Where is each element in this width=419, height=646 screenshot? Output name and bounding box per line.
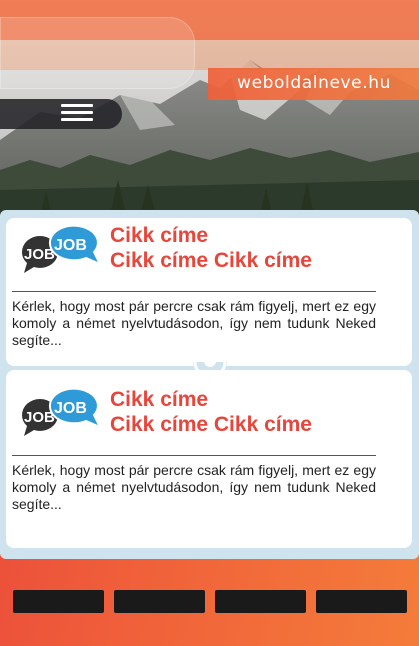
divider <box>12 291 376 292</box>
article-title-line1[interactable]: Cikk címe <box>110 387 208 412</box>
hamburger-menu-icon[interactable] <box>61 104 93 124</box>
footer-button-2[interactable] <box>114 590 205 613</box>
footer-button-4[interactable] <box>316 590 407 613</box>
article-excerpt: Kérlek, hogy most pár percre csak rám fi… <box>12 298 376 348</box>
article-title-line2[interactable]: Cikk címe Cikk címe <box>110 412 312 437</box>
footer-button-3[interactable] <box>215 590 306 613</box>
article-title-line2[interactable]: Cikk címe Cikk címe <box>110 248 312 273</box>
job-chat-icon: JOB JOB <box>21 389 102 436</box>
article-excerpt: Kérlek, hogy most pár percre csak rám fi… <box>12 462 376 512</box>
hero-header: weboldalneve.hu <box>0 0 419 215</box>
job-label-front: JOB <box>54 237 87 254</box>
footer-button-1[interactable] <box>13 590 104 613</box>
job-chat-icon: JOB JOB <box>21 226 102 273</box>
divider <box>12 455 376 456</box>
site-domain[interactable]: weboldalneve.hu <box>237 73 391 93</box>
job-label-front: JOB <box>54 400 87 417</box>
logo-placeholder[interactable] <box>0 17 195 89</box>
article-title-line1[interactable]: Cikk címe <box>110 223 208 248</box>
